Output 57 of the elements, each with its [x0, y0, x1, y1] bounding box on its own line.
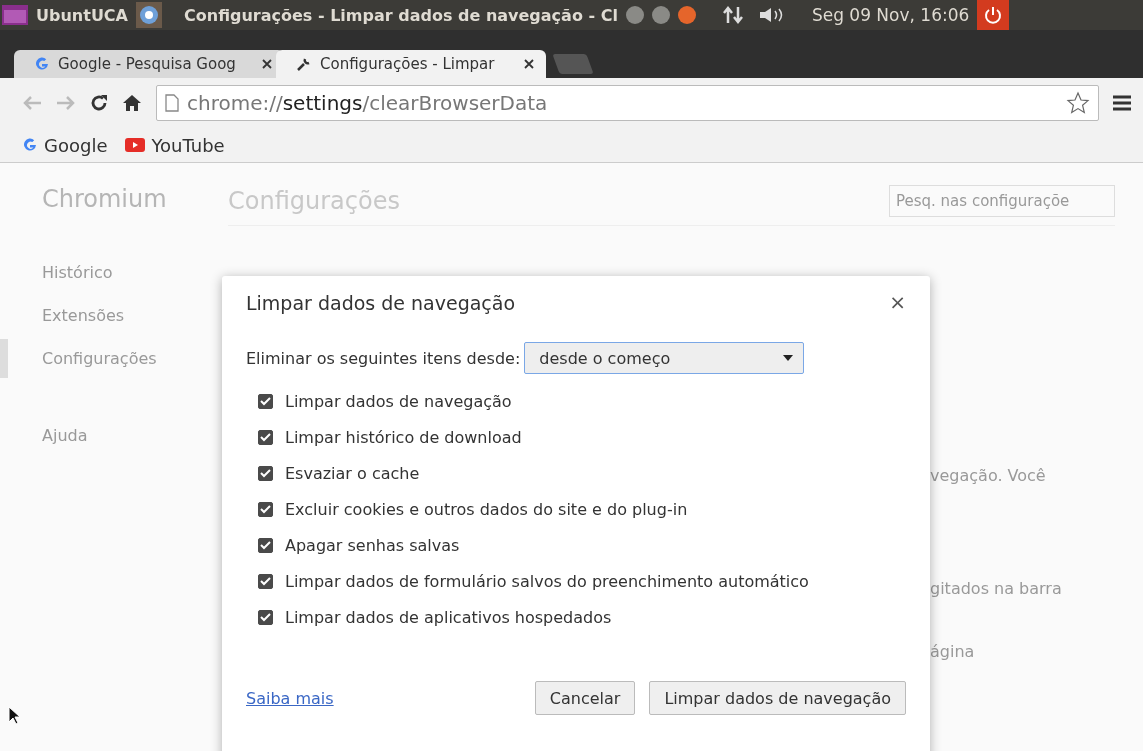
- checkbox[interactable]: [258, 538, 273, 553]
- google-icon: [34, 56, 50, 72]
- learn-more-link[interactable]: Saiba mais: [246, 688, 334, 708]
- mouse-pointer-icon: [8, 706, 20, 726]
- bookmark[interactable]: Google: [22, 134, 108, 156]
- checkbox[interactable]: [258, 574, 273, 589]
- checkbox[interactable]: [258, 610, 273, 625]
- url-text: chrome://settings/clearBrowserData: [187, 91, 549, 115]
- star-icon[interactable]: [1066, 91, 1090, 115]
- checkbox[interactable]: [258, 466, 273, 481]
- tab-title: Google - Pesquisa Goog: [58, 55, 237, 73]
- period-label: Eliminar os seguintes itens desde:: [246, 348, 521, 368]
- checkbox[interactable]: [258, 502, 273, 517]
- setting-text: gitados na barra: [930, 579, 1063, 598]
- option-label: Excluir cookies e outros dados do site e do plug-in: [285, 500, 688, 519]
- address-bar[interactable]: chrome://settings/clearBrowserData: [156, 85, 1099, 121]
- home-icon[interactable]: [122, 94, 142, 112]
- window-title: Configurações - Limpar dados de navegação - Cl: [184, 5, 618, 25]
- youtube-icon: [125, 138, 146, 152]
- caret-icon: [783, 355, 794, 361]
- tab-title: Configurações - Limpar: [320, 55, 496, 73]
- close-button[interactable]: [677, 6, 696, 24]
- app-name: UbuntUCA: [36, 5, 128, 25]
- app-icon: [2, 5, 28, 25]
- power-icon: [984, 6, 1003, 24]
- browser-tab[interactable]: Configurações - Limpar: [276, 50, 546, 78]
- setting-text: ágina: [930, 642, 976, 661]
- cancel-button[interactable]: Cancelar: [534, 681, 636, 715]
- minimize-button[interactable]: [625, 6, 644, 24]
- bookmark[interactable]: YouTube: [125, 134, 225, 156]
- close-icon[interactable]: [262, 59, 272, 69]
- power-button[interactable]: [977, 0, 1010, 30]
- clear-data-button[interactable]: Limpar dados de navegação: [649, 681, 906, 715]
- option-label: Limpar dados de formulário salvos do preenchimento automático: [285, 572, 809, 591]
- wrench-icon: [296, 56, 312, 72]
- sidebar-title: Chromium: [41, 185, 168, 213]
- google-icon: [22, 137, 38, 153]
- dialog-title: Limpar dados de navegação: [246, 292, 516, 314]
- option-label: Limpar histórico de download: [285, 428, 522, 447]
- menu-icon[interactable]: [1113, 95, 1131, 111]
- option-label: Apagar senhas salvas: [285, 536, 460, 555]
- network-icon[interactable]: [721, 6, 744, 24]
- reload-icon[interactable]: [90, 94, 108, 112]
- period-dropdown[interactable]: desde o começo: [524, 342, 805, 374]
- browser-icon[interactable]: [136, 2, 162, 28]
- option-label: Limpar dados de navegação: [285, 392, 512, 411]
- close-button[interactable]: ×: [883, 290, 906, 314]
- search-field[interactable]: Pesq. nas configuraçõe: [889, 185, 1115, 217]
- clock[interactable]: Seg 09 Nov, 16:06: [811, 5, 970, 25]
- setting-text: vegação. Você: [930, 466, 1047, 485]
- page-icon: [165, 94, 179, 112]
- maximize-button[interactable]: [651, 6, 670, 24]
- checkbox[interactable]: [258, 430, 273, 445]
- close-icon[interactable]: [524, 59, 534, 69]
- option-label: Esvaziar o cache: [285, 464, 420, 483]
- option-label: Limpar dados de aplicativos hospedados: [285, 608, 612, 627]
- checkbox[interactable]: [258, 394, 273, 409]
